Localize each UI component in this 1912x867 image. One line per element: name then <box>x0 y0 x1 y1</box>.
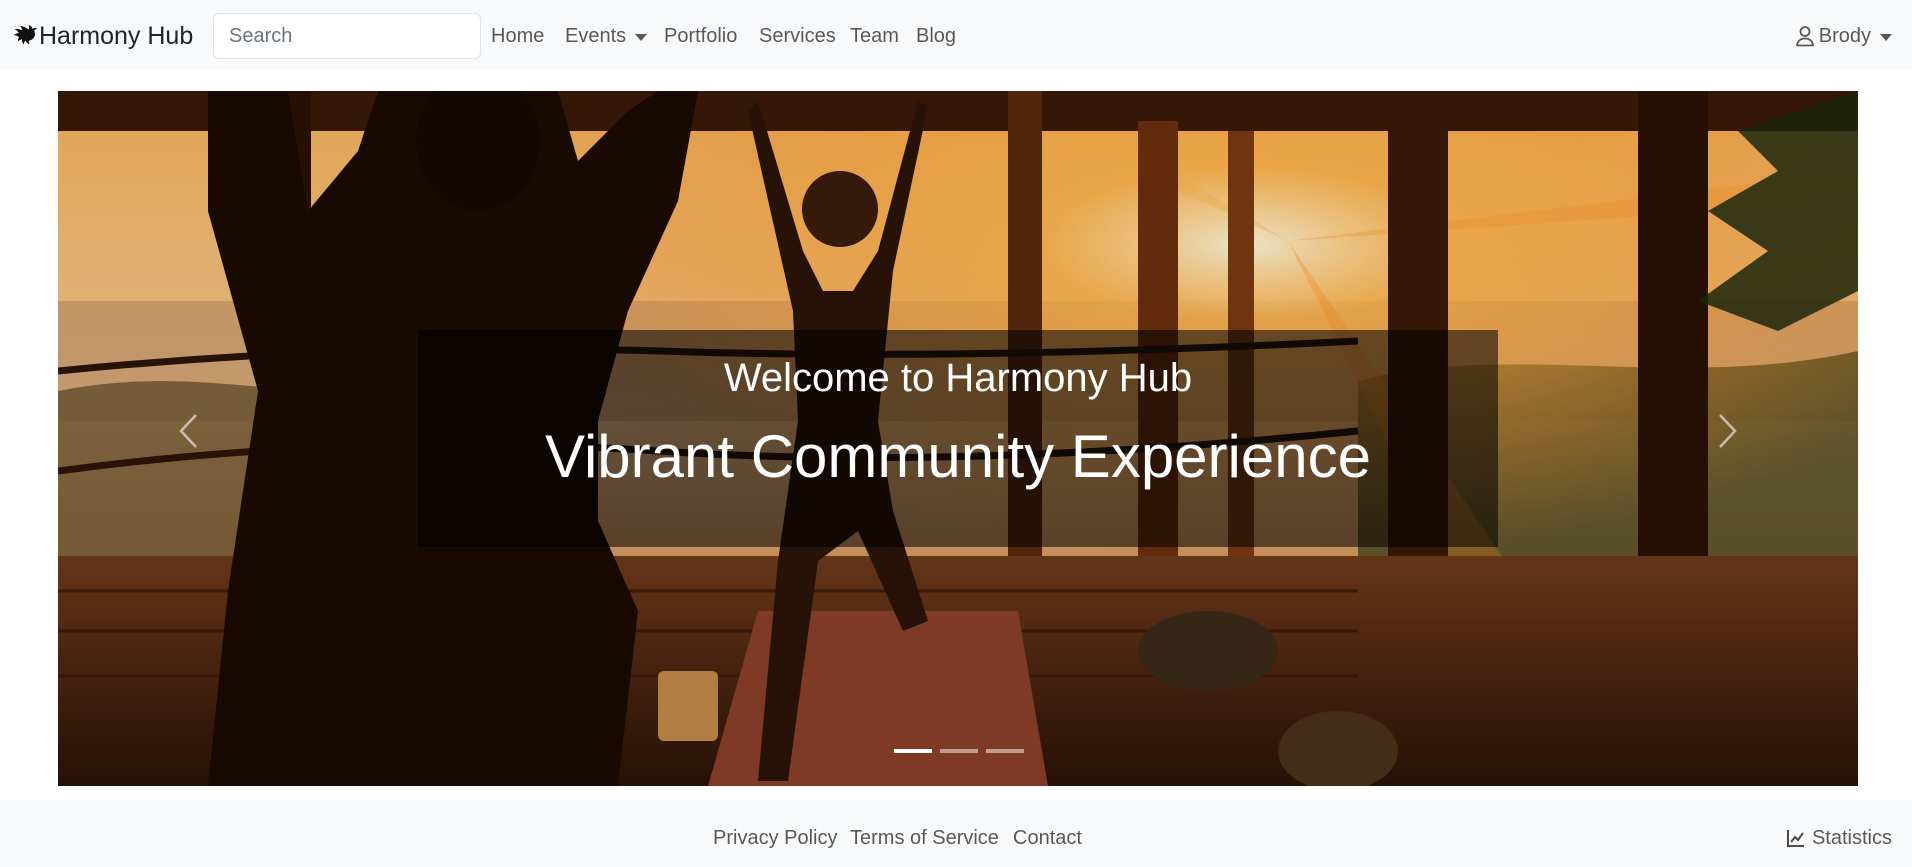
person-icon <box>1795 26 1814 47</box>
footer-privacy-link[interactable]: Privacy Policy <box>713 824 837 852</box>
hero-carousel[interactable]: Welcome to Harmony Hub Vibrant Community… <box>58 91 1858 786</box>
carousel-indicator-2[interactable] <box>940 749 978 753</box>
caption-subtitle: Welcome to Harmony Hub <box>723 356 1193 400</box>
nav-team[interactable]: Team <box>850 22 899 50</box>
carousel-prev-button[interactable] <box>158 381 218 481</box>
nav-blog[interactable]: Blog <box>916 22 956 50</box>
brand-name: Harmony Hub <box>39 21 194 50</box>
carousel-indicator-3[interactable] <box>986 749 1024 753</box>
nav-events-dropdown[interactable]: Events <box>565 22 648 50</box>
caret-down-icon <box>635 33 648 41</box>
nav-services[interactable]: Services <box>759 22 836 50</box>
nav-portfolio[interactable]: Portfolio <box>664 22 737 50</box>
carousel-caption: Welcome to Harmony Hub Vibrant Community… <box>418 330 1498 547</box>
nav-home[interactable]: Home <box>491 22 544 50</box>
dove-icon <box>13 25 37 45</box>
carousel-indicator-1[interactable] <box>894 749 932 753</box>
carousel-indicators <box>894 749 1032 753</box>
carousel-next-button[interactable] <box>1698 381 1758 481</box>
statistics-link[interactable]: Statistics <box>1786 824 1892 852</box>
brand-link[interactable]: Harmony Hub <box>12 18 193 54</box>
top-navbar: Harmony Hub Home Events Portfolio Servic… <box>0 0 1912 70</box>
caption-title: Vibrant Community Experience <box>545 423 1371 490</box>
footer: Privacy Policy Terms of Service Contact … <box>0 800 1912 867</box>
search-input[interactable] <box>213 13 481 59</box>
caret-down-icon <box>1880 33 1892 41</box>
chevron-right-icon <box>1719 414 1737 448</box>
nav-events-label: Events <box>565 25 627 47</box>
user-name: Brody <box>1818 25 1871 47</box>
line-chart-icon <box>1786 830 1804 847</box>
statistics-label: Statistics <box>1811 827 1892 849</box>
user-dropdown[interactable]: Brody <box>1795 22 1892 50</box>
footer-terms-link[interactable]: Terms of Service <box>850 824 999 852</box>
chevron-left-icon <box>179 414 197 448</box>
footer-contact-link[interactable]: Contact <box>1013 824 1082 852</box>
